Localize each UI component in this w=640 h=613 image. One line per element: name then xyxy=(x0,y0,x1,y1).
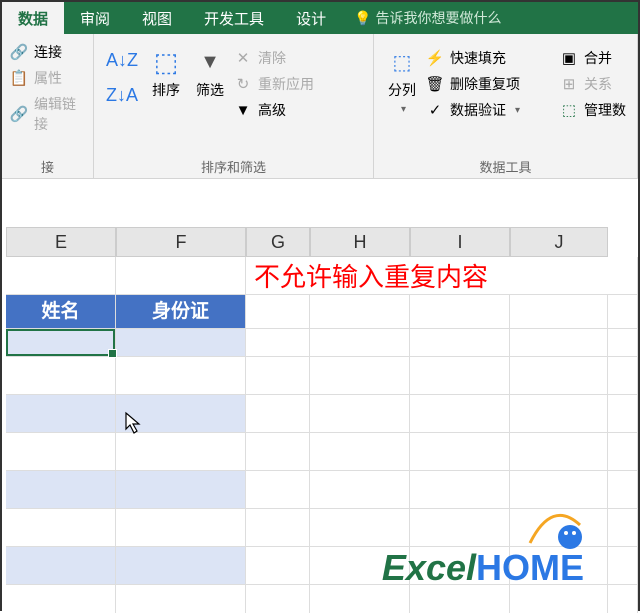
col-header-G[interactable]: G xyxy=(246,227,310,257)
btn-text-to-columns[interactable]: ⬚ 分列 xyxy=(382,44,422,120)
worksheet[interactable]: E F G H I J 不允许输入重复内容 姓名 身份证 xyxy=(2,179,638,613)
btn-relations: ⊞ 关系 xyxy=(560,74,626,94)
col-header-J[interactable]: J xyxy=(510,227,608,257)
btn-clear: ✕ 清除 xyxy=(234,48,314,68)
lightbulb-icon: 💡 xyxy=(354,10,371,27)
data-validation-icon: ✓ xyxy=(426,101,444,119)
ribbon: 🔗 连接 📋 属性 🔗 编辑链接 接 A↓Z Z↓A ⬚ 排序 xyxy=(2,34,638,179)
btn-edit-links: 🔗 编辑链接 xyxy=(10,94,85,134)
logo-text-1: Excel xyxy=(382,547,476,588)
group-sort-filter: A↓Z Z↓A ⬚ 排序 ▼ 筛选 ✕ 清除 ↻ 重新应用 xyxy=(94,34,374,178)
ribbon-tabs: 数据 审阅 视图 开发工具 设计 💡 告诉我你想要做什么 xyxy=(2,2,638,34)
group-label-data-tools: 数据工具 xyxy=(374,157,637,176)
row-4[interactable] xyxy=(6,357,638,395)
btn-filter[interactable]: ▼ 筛选 xyxy=(190,44,230,120)
watermark-logo: ExcelHOME xyxy=(382,547,584,589)
link-icon: 🔗 xyxy=(10,43,28,61)
table-header-id: 身份证 xyxy=(116,295,246,329)
btn-remove-duplicates[interactable]: 🗑 删除重复项 xyxy=(426,74,556,94)
col-header-E[interactable]: E xyxy=(6,227,116,257)
remove-duplicates-icon: 🗑 xyxy=(426,75,444,93)
col-header-H[interactable]: H xyxy=(310,227,410,257)
sort-asc-icon[interactable]: A↓Z xyxy=(106,50,138,71)
row-10[interactable] xyxy=(6,585,638,613)
properties-icon: 📋 xyxy=(10,69,28,87)
reapply-icon: ↻ xyxy=(234,75,252,93)
warning-text: 不允许输入重复内容 xyxy=(246,263,488,292)
tab-view[interactable]: 视图 xyxy=(126,2,188,34)
btn-data-validation[interactable]: ✓ 数据验证 xyxy=(426,100,556,120)
row-6[interactable] xyxy=(6,433,638,471)
tab-data[interactable]: 数据 xyxy=(2,2,64,34)
tell-me-search[interactable]: 💡 告诉我你想要做什么 xyxy=(342,2,501,34)
btn-manage[interactable]: ⬚ 管理数 xyxy=(560,100,626,120)
consolidate-icon: ▣ xyxy=(560,49,578,67)
sort-icon: ⬚ xyxy=(152,48,180,76)
row-1[interactable]: 不允许输入重复内容 xyxy=(6,257,638,295)
manage-icon: ⬚ xyxy=(560,101,578,119)
btn-consolidate[interactable]: ▣ 合并 xyxy=(560,48,626,68)
group-connections: 🔗 连接 📋 属性 🔗 编辑链接 接 xyxy=(2,34,94,178)
tell-me-label: 告诉我你想要做什么 xyxy=(376,8,502,28)
btn-flash-fill[interactable]: ⚡ 快速填充 xyxy=(426,48,556,68)
clear-icon: ✕ xyxy=(234,49,252,67)
btn-reapply: ↻ 重新应用 xyxy=(234,74,314,94)
group-data-tools: ⬚ 分列 ⚡ 快速填充 🗑 删除重复项 ✓ 数据验证 ▣ xyxy=(374,34,638,178)
tab-review[interactable]: 审阅 xyxy=(64,2,126,34)
row-3[interactable] xyxy=(6,329,638,357)
filter-icon: ▼ xyxy=(196,48,224,76)
text-to-columns-icon: ⬚ xyxy=(388,48,416,76)
btn-sort[interactable]: ⬚ 排序 xyxy=(146,44,186,120)
col-header-I[interactable]: I xyxy=(410,227,510,257)
row-5[interactable] xyxy=(6,395,638,433)
col-header-F[interactable]: F xyxy=(116,227,246,257)
flash-fill-icon: ⚡ xyxy=(426,49,444,67)
btn-properties: 📋 属性 xyxy=(10,68,85,88)
advanced-icon: ▼ xyxy=(234,101,252,119)
relations-icon: ⊞ xyxy=(560,75,578,93)
btn-connections[interactable]: 🔗 连接 xyxy=(10,42,85,62)
group-label-sort-filter: 排序和筛选 xyxy=(94,157,373,176)
edit-links-icon: 🔗 xyxy=(10,105,28,123)
column-headers: E F G H I J xyxy=(6,227,638,257)
table-header-name: 姓名 xyxy=(6,295,116,329)
sort-desc-icon[interactable]: Z↓A xyxy=(106,85,138,106)
logo-swoosh-icon xyxy=(520,505,590,555)
row-7[interactable] xyxy=(6,471,638,509)
tab-design[interactable]: 设计 xyxy=(280,2,342,34)
row-2[interactable]: 姓名 身份证 xyxy=(6,295,638,329)
group-label-connections: 接 xyxy=(2,157,93,176)
tab-developer[interactable]: 开发工具 xyxy=(188,2,280,34)
btn-advanced[interactable]: ▼ 高级 xyxy=(234,100,314,120)
